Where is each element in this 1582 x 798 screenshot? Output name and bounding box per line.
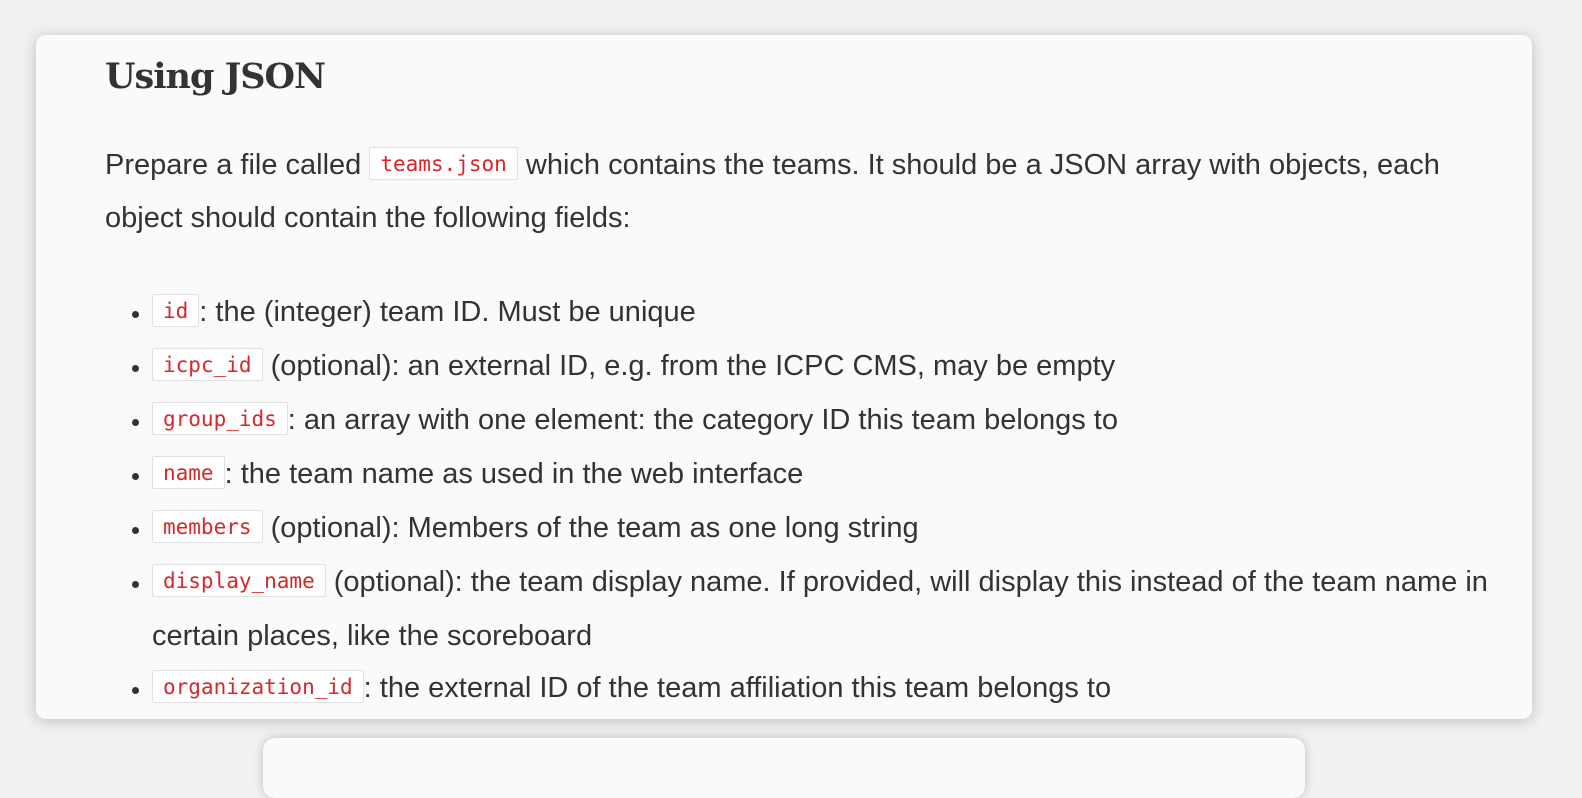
- field-description: (optional): the team display name. If pr…: [152, 566, 1488, 652]
- list-item-icpc-id: icpc_id (optional): an external ID, e.g.…: [152, 340, 1552, 394]
- field-code: group_ids: [152, 402, 288, 435]
- list-item-name: name: the team name as used in the web i…: [152, 448, 1552, 502]
- field-description: : the external ID of the team affiliatio…: [363, 672, 1112, 704]
- field-description: : the (integer) team ID. Must be unique: [199, 296, 696, 328]
- next-content-card: [263, 738, 1305, 798]
- list-item-display-name: display_name (optional): the team displa…: [152, 556, 1552, 662]
- field-code: display_name: [152, 564, 326, 597]
- field-code: id: [152, 294, 200, 327]
- intro-paragraph: Prepare a file called teams.json which c…: [105, 140, 1505, 244]
- field-list: id: the (integer) team ID. Must be uniqu…: [106, 286, 1552, 716]
- field-description: (optional): an external ID, e.g. from th…: [262, 350, 1116, 382]
- content-card: Using JSON Prepare a file called teams.j…: [36, 35, 1532, 719]
- field-description: : the team name as used in the web inter…: [224, 458, 804, 490]
- filename-code: teams.json: [369, 147, 518, 180]
- field-code: organization_id: [152, 670, 364, 703]
- list-item-members: members (optional): Members of the team …: [152, 502, 1552, 556]
- field-code: name: [152, 456, 225, 489]
- list-item-id: id: the (integer) team ID. Must be uniqu…: [152, 286, 1552, 340]
- field-code: members: [152, 510, 263, 543]
- intro-text-before: Prepare a file called: [105, 149, 370, 181]
- field-description: : an array with one element: the categor…: [287, 404, 1118, 436]
- list-item-group-ids: group_ids: an array with one element: th…: [152, 394, 1552, 448]
- section-heading: Using JSON: [105, 56, 326, 97]
- field-description: (optional): Members of the team as one l…: [262, 512, 919, 544]
- list-item-organization-id: organization_id: the external ID of the …: [152, 662, 1552, 716]
- field-code: icpc_id: [152, 348, 263, 381]
